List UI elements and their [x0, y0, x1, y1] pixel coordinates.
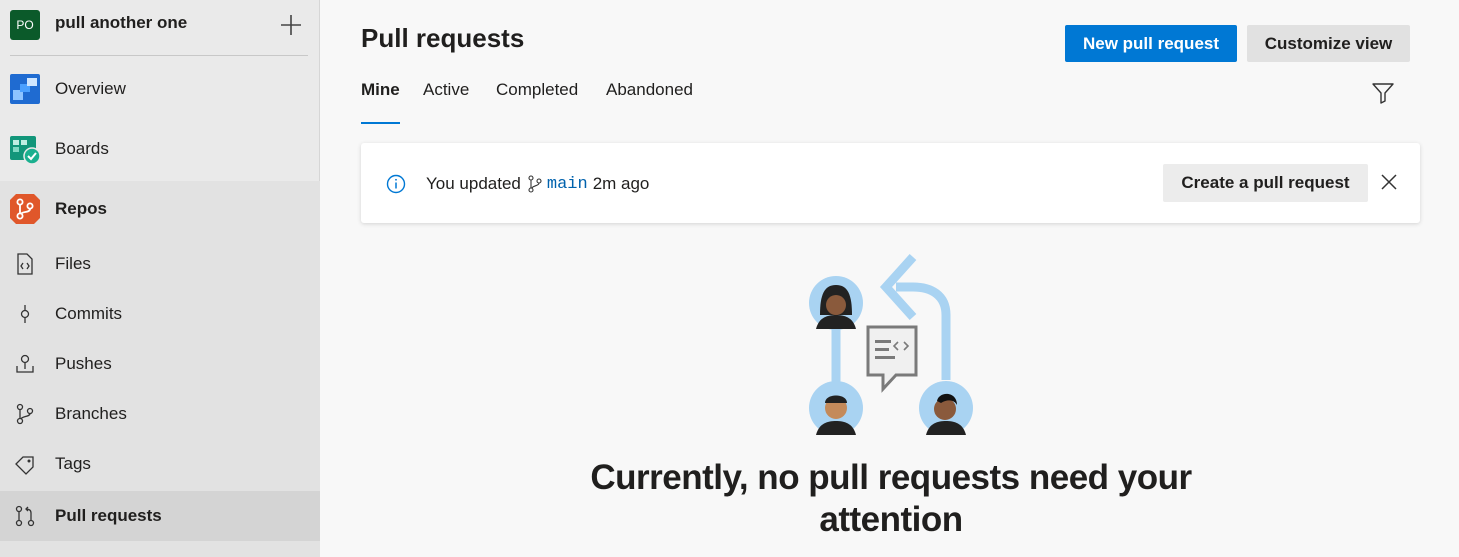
branch-link[interactable]: main [547, 175, 588, 194]
sidebar-item-overview[interactable]: Overview [0, 64, 320, 114]
empty-state-illustration [809, 253, 973, 435]
commit-icon [20, 305, 30, 323]
push-icon [16, 354, 34, 373]
boards-icon [10, 136, 40, 164]
sidebar-item-pushes[interactable]: Pushes [0, 339, 320, 389]
project-header: PO pull another one [0, 0, 320, 56]
info-banner: You updated main 2m ago Create a pull re… [361, 143, 1420, 223]
branch-icon [528, 175, 542, 193]
sidebar-item-label: Pull requests [55, 506, 162, 525]
new-pull-request-button[interactable]: New pull request [1065, 25, 1237, 62]
overview-icon [10, 74, 40, 104]
filter-icon[interactable] [1371, 81, 1395, 105]
close-icon[interactable] [1379, 172, 1399, 192]
sidebar-item-label: Tags [55, 454, 91, 473]
divider [10, 55, 308, 56]
tab-active[interactable]: Active [423, 80, 469, 124]
tab-abandoned[interactable]: Abandoned [606, 80, 693, 124]
branch-icon [16, 403, 34, 425]
file-code-icon [17, 253, 33, 275]
sidebar-item-label: Commits [55, 304, 123, 323]
empty-state-message: Currently, no pull requests need your at… [590, 458, 1192, 539]
sidebar-item-label: Repos [55, 199, 107, 218]
create-pull-request-button[interactable]: Create a pull request [1163, 164, 1368, 202]
sidebar-item-label: Overview [55, 79, 126, 98]
customize-view-button[interactable]: Customize view [1247, 25, 1410, 62]
pull-request-icon [15, 505, 35, 527]
banner-message: You updated main 2m ago [426, 174, 649, 194]
sidebar-item-boards[interactable]: Boards [0, 124, 320, 174]
project-avatar[interactable]: PO [10, 10, 40, 40]
project-name[interactable]: pull another one [55, 13, 187, 33]
info-icon [386, 174, 406, 194]
sidebar-item-repos[interactable]: Repos [0, 184, 320, 234]
banner-suffix: 2m ago [592, 174, 650, 193]
tab-mine[interactable]: Mine [361, 80, 400, 124]
tab-completed[interactable]: Completed [496, 80, 578, 124]
sidebar-item-branches[interactable]: Branches [0, 389, 320, 439]
add-icon[interactable] [278, 12, 304, 38]
sidebar-item-label: Branches [55, 404, 127, 423]
sidebar-item-label: Boards [55, 139, 109, 158]
tag-icon [15, 456, 34, 475]
sidebar-item-pull-requests[interactable]: Pull requests [0, 491, 320, 541]
sidebar-item-files[interactable]: Files [0, 239, 320, 289]
sidebar-item-label: Files [55, 254, 91, 273]
repos-icon [10, 194, 40, 224]
sidebar-item-tags[interactable]: Tags [0, 439, 320, 489]
sidebar: PO pull another one Overview Boards Repo… [0, 0, 320, 557]
sidebar-item-label: Pushes [55, 354, 112, 373]
page-title: Pull requests [361, 23, 525, 53]
sidebar-item-commits[interactable]: Commits [0, 289, 320, 339]
main-content: Pull requests New pull request Customize… [321, 0, 1459, 557]
banner-prefix: You updated [426, 174, 521, 193]
